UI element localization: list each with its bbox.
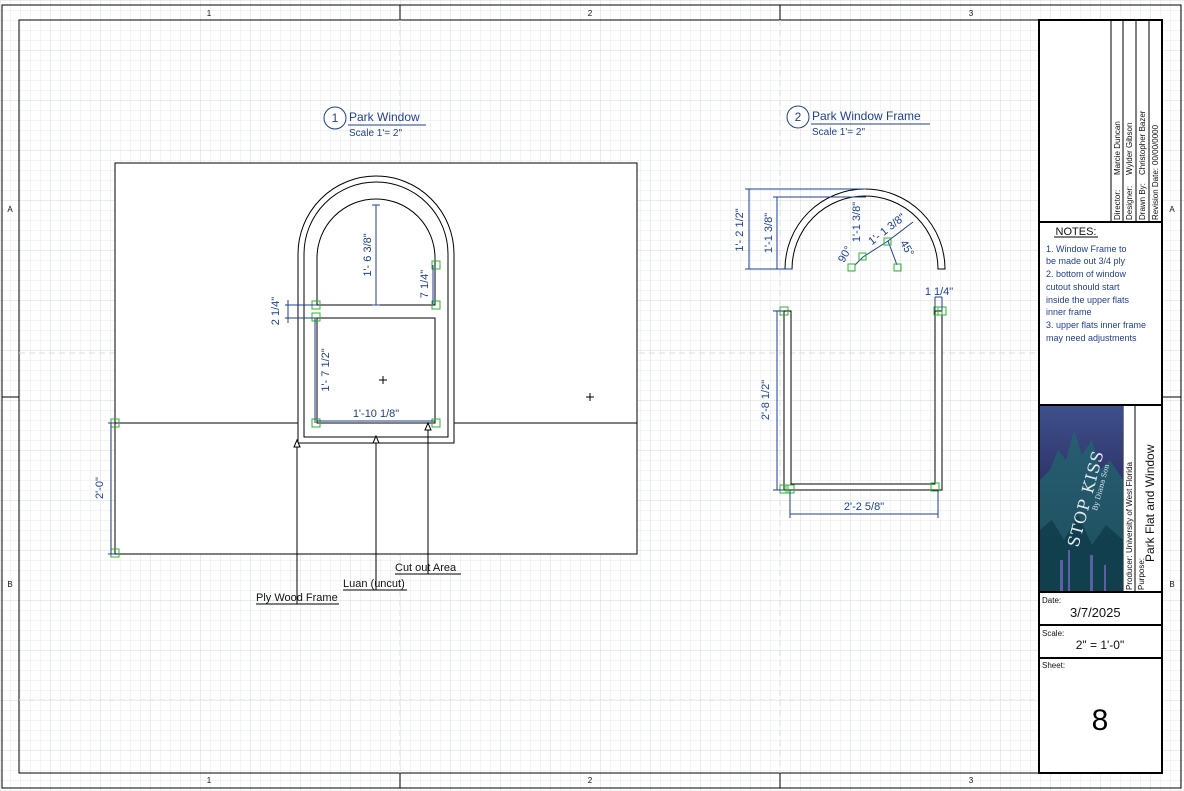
dim-rail: 2 1/4" <box>270 297 282 325</box>
date-value: 3/7/2025 <box>1070 605 1121 620</box>
view1-number: 1 <box>332 111 339 125</box>
view1-title-text: Park Window <box>349 110 420 124</box>
sheet-number: 8 <box>1092 704 1109 737</box>
callout-ply-wood-frame: Ply Wood Frame <box>256 592 338 604</box>
notes-line-3: 2. bottom of window <box>1046 269 1127 279</box>
column-label-1-top: 1 <box>207 9 212 18</box>
date-label: Date: <box>1042 596 1061 605</box>
row-label-a-right: A <box>1169 205 1175 214</box>
column-label-2-top: 2 <box>588 9 593 18</box>
producer-value: University of West Florida <box>1125 461 1134 553</box>
revision-label: Revision Date: <box>1151 168 1160 220</box>
notes-line-6: inner frame <box>1046 307 1092 317</box>
director-value: Marcie Duncan <box>1113 121 1122 175</box>
view2-number: 2 <box>795 110 802 124</box>
dim-frame-height-outer: 1'- 2 1/2" <box>734 208 746 251</box>
row-label-b-left: B <box>7 580 12 589</box>
purpose-value: Park Flat and Window <box>1143 444 1157 562</box>
scale-label: Scale: <box>1042 629 1064 638</box>
dim-leg-width: 1 1/4" <box>925 286 953 298</box>
notes-line-8: may need adjustments <box>1046 333 1137 343</box>
drawn-by-label: Drawn By: <box>1138 183 1147 220</box>
designer-value: Wylder Gibson <box>1125 123 1134 175</box>
drawing-sheet: 1 2 3 1 2 3 A B A B 1 Park Window Scale … <box>0 0 1184 791</box>
callout-luan: Luan (uncut) <box>343 578 405 590</box>
dim-leg-height: 2'-8 1/2" <box>760 380 772 420</box>
dim-frame-height-inner: 1'-1 3/8" <box>763 213 775 253</box>
column-label-3-top: 3 <box>969 9 974 18</box>
drawn-by-value: Christopher Bazer <box>1138 110 1147 175</box>
callout-cutout-area: Cut out Area <box>395 562 457 574</box>
notes-line-2: be made out 3/4 ply <box>1046 256 1126 266</box>
revision-value: 00/00/0000 <box>1151 124 1160 165</box>
row-label-a-left: A <box>7 205 13 214</box>
producer-label: Producer: <box>1125 555 1134 590</box>
notes-line-7: 3. upper flats inner frame <box>1046 320 1146 330</box>
row-label-b-right: B <box>1169 580 1174 589</box>
dim-flat-height: 2'-0" <box>94 477 106 499</box>
notes-line-5: inside the upper flats <box>1046 295 1130 305</box>
column-label-3-bottom: 3 <box>969 776 974 785</box>
scale-value: 2" = 1'-0" <box>1076 638 1125 652</box>
drawing-canvas: 1 2 3 1 2 3 A B A B 1 Park Window Scale … <box>0 0 1184 791</box>
column-label-1-bottom: 1 <box>207 776 212 785</box>
dim-arc-radius: 1'-1 3/8" <box>851 202 863 242</box>
notes-title: NOTES: <box>1056 226 1097 238</box>
view2-scale: Scale 1'= 2" <box>812 127 865 138</box>
notes-line-1: 1. Window Frame to <box>1046 244 1127 254</box>
dim-arch-height: 1'- 6 3/8" <box>362 233 374 276</box>
designer-label: Designer: <box>1125 186 1134 220</box>
column-label-2-bottom: 2 <box>588 776 593 785</box>
dim-cutout-height: 1'- 7 1/2" <box>320 348 332 391</box>
notes-line-4: cutout should start <box>1046 282 1120 292</box>
dim-base-width: 2'-2 5/8" <box>844 501 884 513</box>
dim-side-short: 7 1/4" <box>419 270 431 298</box>
view1-scale: Scale 1'= 2" <box>349 128 402 139</box>
dim-cutout-width: 1'-10 1/8" <box>353 408 399 420</box>
view2-title-text: Park Window Frame <box>812 109 921 123</box>
sheet-label: Sheet: <box>1042 661 1065 670</box>
director-label: Director: <box>1113 190 1122 220</box>
